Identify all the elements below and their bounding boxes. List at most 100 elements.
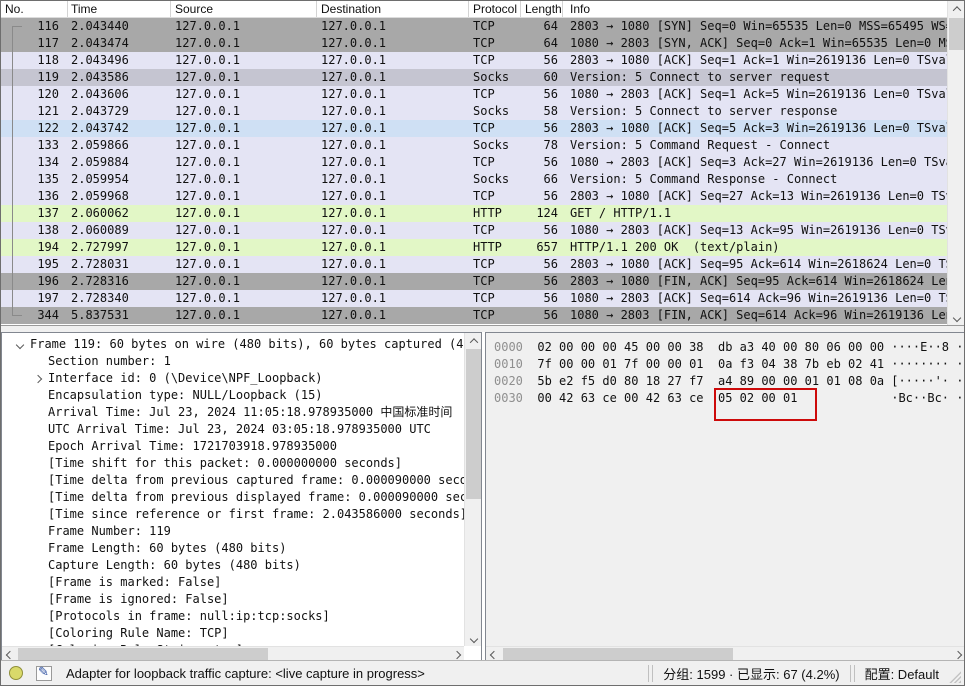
- column-header-src[interactable]: Source: [171, 1, 317, 17]
- scroll-down-icon[interactable]: [465, 631, 482, 646]
- detail-line[interactable]: [Time delta from previous displayed fram…: [10, 489, 464, 506]
- packet-row[interactable]: 1352.059954127.0.0.1127.0.0.1Socks66Vers…: [1, 171, 947, 188]
- packet-cell-src: 127.0.0.1: [171, 307, 317, 324]
- detail-line[interactable]: Encapsulation type: NULL/Loopback (15): [10, 387, 464, 404]
- packet-row[interactable]: 1182.043496127.0.0.1127.0.0.1TCP562803 →…: [1, 52, 947, 69]
- packet-cell-info: Version: 5 Command Response - Connect: [563, 171, 947, 188]
- scroll-up-icon[interactable]: [465, 333, 482, 348]
- detail-line[interactable]: [Coloring Rule Name: TCP]: [10, 625, 464, 642]
- detail-line[interactable]: Epoch Arrival Time: 1721703918.978935000: [10, 438, 464, 455]
- detail-vscroll-thumb[interactable]: [466, 349, 481, 499]
- packet-cell-info: 2803 → 1080 [ACK] Seq=95 Ack=614 Win=261…: [563, 256, 947, 273]
- capture-status-icon[interactable]: [9, 666, 23, 680]
- column-header-dst[interactable]: Destination: [317, 1, 469, 17]
- packet-cell-src: 127.0.0.1: [171, 273, 317, 290]
- wireshark-window: No.TimeSourceDestinationProtocolLengthIn…: [0, 0, 965, 686]
- packet-row[interactable]: 1212.043729127.0.0.1127.0.0.1Socks58Vers…: [1, 103, 947, 120]
- column-header-len[interactable]: Length: [521, 1, 563, 17]
- packet-cell-proto: TCP: [469, 273, 521, 290]
- packet-cell-info: Version: 5 Connect to server request: [563, 69, 947, 86]
- packet-list-vscrollbar[interactable]: [947, 1, 964, 325]
- detail-line-text: Frame Number: 119: [48, 523, 171, 540]
- column-header-time[interactable]: Time: [68, 1, 171, 17]
- packet-cell-len: 56: [521, 256, 563, 273]
- packet-cell-proto: TCP: [469, 256, 521, 273]
- column-header-proto[interactable]: Protocol: [469, 1, 521, 17]
- packet-cell-info: 1080 → 2803 [ACK] Seq=614 Ack=96 Win=261…: [563, 290, 947, 307]
- hex-row[interactable]: 0000 02 00 00 00 45 00 00 38 db a3 40 00…: [494, 339, 965, 356]
- packet-row[interactable]: 1342.059884127.0.0.1127.0.0.1TCP561080 →…: [1, 154, 947, 171]
- detail-line[interactable]: Arrival Time: Jul 23, 2024 11:05:18.9789…: [10, 404, 464, 421]
- profile-selector[interactable]: 配置: Default: [865, 664, 939, 683]
- packet-row[interactable]: 1172.043474127.0.0.1127.0.0.1TCP641080 →…: [1, 35, 947, 52]
- packet-cell-no: 122: [1, 120, 68, 137]
- chevron-right-icon[interactable]: [28, 370, 48, 387]
- packet-cell-info: 1080 → 2803 [FIN, ACK] Seq=614 Ack=96 Wi…: [563, 307, 947, 324]
- detail-line[interactable]: [Time delta from previous captured frame…: [10, 472, 464, 489]
- packet-detail-tree: Frame 119: 60 bytes on wire (480 bits), …: [2, 333, 464, 646]
- packet-cell-info: 2803 → 1080 [FIN, ACK] Seq=95 Ack=614 Wi…: [563, 273, 947, 290]
- detail-line[interactable]: [Frame is marked: False]: [10, 574, 464, 591]
- resize-grip[interactable]: [947, 669, 961, 683]
- packet-list-vscroll-thumb[interactable]: [949, 18, 964, 50]
- detail-line[interactable]: Interface id: 0 (\Device\NPF_Loopback): [10, 370, 464, 387]
- packet-cell-no: 117: [1, 35, 68, 52]
- detail-line-text: [Time since reference or first frame: 2.…: [48, 506, 464, 523]
- packet-cell-dst: 127.0.0.1: [317, 103, 469, 120]
- packet-cell-time: 2.043474: [68, 35, 171, 52]
- ascii-right: ··@·····: [956, 340, 965, 354]
- packet-cell-dst: 127.0.0.1: [317, 188, 469, 205]
- packet-cell-src: 127.0.0.1: [171, 290, 317, 307]
- detail-line-text: [Time delta from previous captured frame…: [48, 472, 464, 489]
- hex-bytes-right: db a3 40 00 80 06 00 00: [718, 339, 884, 356]
- detail-line[interactable]: Section number: 1: [10, 353, 464, 370]
- packet-cell-len: 64: [521, 35, 563, 52]
- packet-cell-no: 135: [1, 171, 68, 188]
- detail-line[interactable]: Capture Length: 60 bytes (480 bits): [10, 557, 464, 574]
- packet-row[interactable]: 1372.060062127.0.0.1127.0.0.1HTTP124GET …: [1, 205, 947, 222]
- column-header-no[interactable]: No.: [1, 1, 68, 17]
- detail-line[interactable]: Frame Number: 119: [10, 523, 464, 540]
- packet-cell-len: 60: [521, 69, 563, 86]
- detail-line[interactable]: UTC Arrival Time: Jul 23, 2024 03:05:18.…: [10, 421, 464, 438]
- scroll-up-icon[interactable]: [948, 1, 964, 16]
- packet-row[interactable]: 1972.728340127.0.0.1127.0.0.1TCP561080 →…: [1, 290, 947, 307]
- chevron-down-icon[interactable]: [10, 336, 30, 353]
- hex-bytes-left: 00 42 63 ce 00 42 63 ce: [537, 391, 703, 405]
- bytes-hscrollbar[interactable]: [486, 646, 965, 661]
- packet-row[interactable]: 1162.043440127.0.0.1127.0.0.1TCP642803 →…: [1, 18, 947, 35]
- packet-cell-dst: 127.0.0.1: [317, 35, 469, 52]
- packet-row[interactable]: 1192.043586127.0.0.1127.0.0.1Socks60Vers…: [1, 69, 947, 86]
- detail-line[interactable]: Frame 119: 60 bytes on wire (480 bits), …: [10, 336, 464, 353]
- detail-line[interactable]: [Time shift for this packet: 0.000000000…: [10, 455, 464, 472]
- annotation-box: [714, 388, 817, 421]
- packet-cell-no: 344: [1, 307, 68, 324]
- packet-cell-dst: 127.0.0.1: [317, 239, 469, 256]
- hex-row[interactable]: 0010 7f 00 00 01 7f 00 00 01 0a f3 04 38…: [494, 356, 965, 373]
- detail-vscrollbar[interactable]: [464, 333, 481, 646]
- scroll-down-icon[interactable]: [948, 310, 964, 325]
- detail-line[interactable]: Frame Length: 60 bytes (480 bits): [10, 540, 464, 557]
- packet-row[interactable]: 1962.728316127.0.0.1127.0.0.1TCP562803 →…: [1, 273, 947, 290]
- ascii-left: ·Bc··Bc·: [891, 391, 949, 405]
- packet-row[interactable]: 1382.060089127.0.0.1127.0.0.1TCP561080 →…: [1, 222, 947, 239]
- packet-row[interactable]: 1942.727997127.0.0.1127.0.0.1HTTP657HTTP…: [1, 239, 947, 256]
- packet-cell-no: 133: [1, 137, 68, 154]
- detail-line[interactable]: [Protocols in frame: null:ip:tcp:socks]: [10, 608, 464, 625]
- packet-row[interactable]: 1362.059968127.0.0.1127.0.0.1TCP562803 →…: [1, 188, 947, 205]
- packet-cell-time: 2.059954: [68, 171, 171, 188]
- detail-line[interactable]: [Time since reference or first frame: 2.…: [10, 506, 464, 523]
- packet-row[interactable]: 1952.728031127.0.0.1127.0.0.1TCP562803 →…: [1, 256, 947, 273]
- detail-line[interactable]: [Frame is ignored: False]: [10, 591, 464, 608]
- packet-row[interactable]: 1332.059866127.0.0.1127.0.0.1Socks78Vers…: [1, 137, 947, 154]
- packet-cell-no: 116: [1, 18, 68, 35]
- edit-capture-comment-icon[interactable]: [36, 666, 52, 681]
- packet-cell-info: 1080 → 2803 [ACK] Seq=13 Ack=95 Win=2619…: [563, 222, 947, 239]
- packet-row[interactable]: 1202.043606127.0.0.1127.0.0.1TCP561080 →…: [1, 86, 947, 103]
- packet-row[interactable]: 3445.837531127.0.0.1127.0.0.1TCP561080 →…: [1, 307, 947, 324]
- column-header-info[interactable]: Info: [563, 1, 964, 17]
- packet-cell-time: 2.728340: [68, 290, 171, 307]
- packet-row[interactable]: 1222.043742127.0.0.1127.0.0.1TCP562803 →…: [1, 120, 947, 137]
- packet-cell-src: 127.0.0.1: [171, 86, 317, 103]
- detail-hscrollbar[interactable]: [2, 646, 464, 661]
